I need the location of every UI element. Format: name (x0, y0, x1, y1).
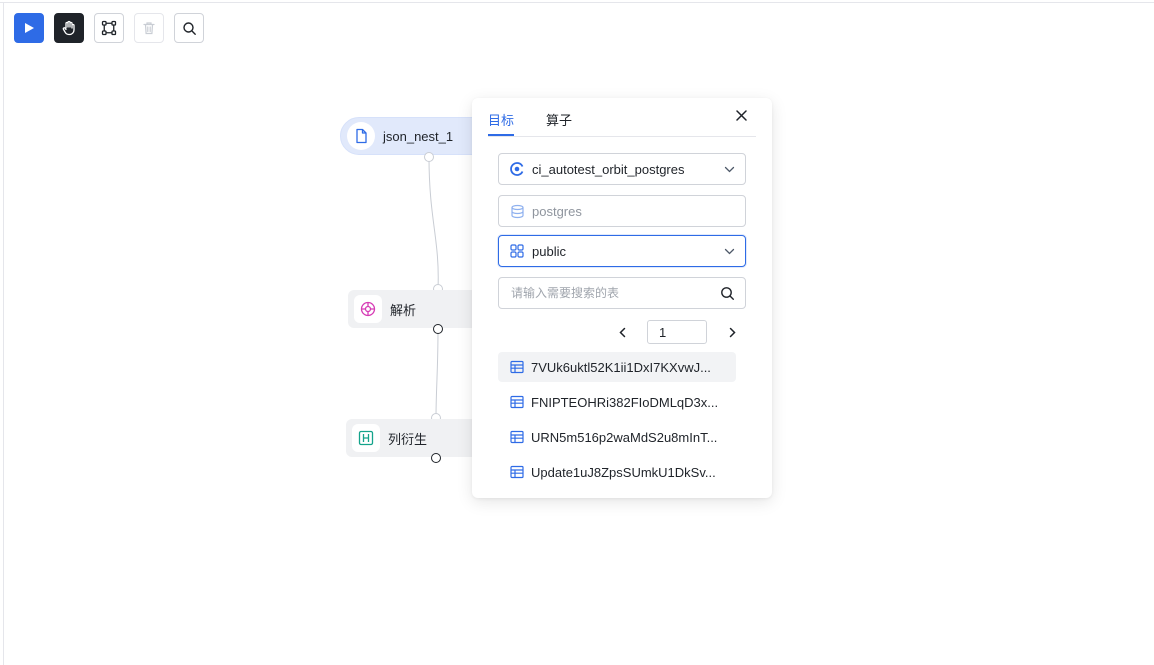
search-icon[interactable] (720, 286, 735, 301)
node-label: json_nest_1 (383, 128, 454, 144)
chevron-down-icon (724, 166, 735, 172)
tab-target[interactable]: 目标 (488, 110, 514, 129)
table-icon (510, 395, 524, 409)
table-search-field[interactable] (498, 277, 746, 309)
search-button[interactable] (174, 13, 204, 43)
table-icon (510, 465, 524, 479)
node-label: 列衍生 (388, 431, 428, 447)
box-select-button[interactable] (94, 13, 124, 43)
datasource-value: ci_autotest_orbit_postgres (532, 161, 685, 177)
schema-value: public (532, 243, 566, 259)
delete-button[interactable] (134, 13, 164, 43)
panel-tabs: 目标 算子 (488, 98, 756, 137)
edge-json-to-parse (428, 156, 439, 290)
chevron-left-icon (618, 327, 625, 337)
node-select-icon (101, 20, 117, 36)
table-item[interactable]: URN5m516p2waMdS2u8mInT... (498, 422, 736, 452)
postgres-icon (509, 161, 525, 177)
datasource-select[interactable]: ci_autotest_orbit_postgres (498, 153, 746, 185)
node-parse[interactable]: 解析 (348, 290, 480, 328)
next-page-button[interactable] (722, 322, 742, 342)
file-icon (347, 122, 375, 150)
canvas-toolbar (14, 13, 204, 43)
canvas-left-border (3, 2, 4, 665)
node-output-port[interactable] (424, 152, 434, 162)
database-value: postgres (532, 203, 582, 219)
parse-icon (354, 295, 382, 323)
hand-icon (62, 20, 75, 36)
node-column-derive[interactable]: 列衍生 (346, 419, 480, 457)
node-json-nest[interactable]: json_nest_1 (340, 117, 480, 155)
edge-parse-to-derive (435, 328, 439, 419)
pan-button[interactable] (54, 13, 84, 43)
table-list: 7VUk6uktl52K1ii1DxI7KXvwJ... FNIPTEOHRi3… (498, 352, 736, 492)
table-item[interactable]: FNIPTEOHRi382FIoDMLqD3x... (498, 387, 736, 417)
table-search-input[interactable] (511, 286, 720, 300)
target-config-panel: 目标 算子 ci_autotest_orbit_postgres postgre… (472, 98, 772, 498)
close-icon (735, 109, 747, 121)
database-field[interactable]: postgres (498, 195, 746, 227)
table-icon (510, 430, 524, 444)
play-icon (25, 23, 34, 33)
tab-operator[interactable]: 算子 (546, 110, 572, 129)
active-tab-indicator (488, 134, 514, 136)
canvas-top-border (0, 2, 1154, 3)
chevron-down-icon (724, 248, 735, 254)
table-name: Update1uJ8ZpsSUmkU1DkSv... (531, 464, 716, 480)
table-name: FNIPTEOHRi382FIoDMLqD3x... (531, 394, 719, 410)
table-item[interactable]: 7VUk6uktl52K1ii1DxI7KXvwJ... (498, 352, 736, 382)
table-icon (510, 360, 524, 374)
chevron-right-icon (729, 327, 736, 337)
node-label: 解析 (390, 302, 417, 318)
schema-icon (509, 243, 525, 259)
page-number-input[interactable]: 1 (647, 320, 707, 344)
table-item[interactable]: Update1uJ8ZpsSUmkU1DkSv... (498, 457, 736, 487)
run-button[interactable] (14, 13, 44, 43)
search-icon (182, 21, 196, 35)
database-icon (509, 203, 525, 219)
node-output-port[interactable] (433, 324, 443, 334)
column-derive-icon (352, 424, 380, 452)
schema-select[interactable]: public (498, 235, 746, 267)
close-button[interactable] (732, 106, 750, 124)
prev-page-button[interactable] (612, 322, 632, 342)
node-output-port[interactable] (431, 453, 441, 463)
trash-icon (143, 22, 155, 35)
table-pagination: 1 (612, 320, 742, 344)
table-name: 7VUk6uktl52K1ii1DxI7KXvwJ... (531, 359, 711, 375)
table-name: URN5m516p2waMdS2u8mInT... (531, 429, 718, 445)
